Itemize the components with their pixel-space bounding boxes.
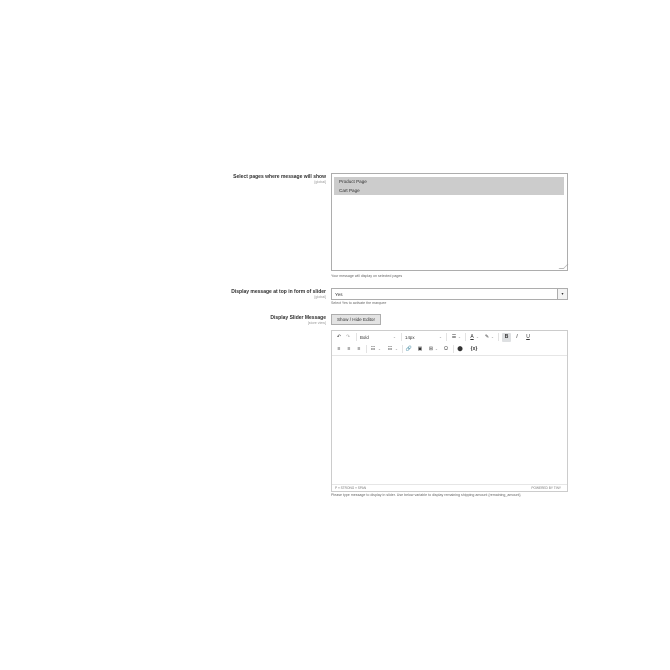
element-path: P » STRONG » SPAN	[335, 486, 367, 490]
pages-option-product[interactable]: Product Page	[334, 177, 564, 186]
chevron-down-icon[interactable]: ⌄	[393, 333, 396, 342]
chevron-down-icon[interactable]: ⌄	[439, 333, 442, 342]
underline-icon[interactable]: U	[524, 333, 532, 342]
redo-icon[interactable]: ↷	[344, 333, 352, 342]
editor-statusbar: P » STRONG » SPAN POWERED BY TINY	[332, 484, 567, 491]
align-left-icon[interactable]: ≡	[335, 345, 343, 354]
editor-content-area[interactable]	[332, 355, 567, 484]
pages-option-cart[interactable]: Cart Page	[334, 186, 564, 195]
chevron-down-icon[interactable]: ⌄	[395, 345, 398, 354]
slider-field-note: Select Yes to activate the marquee	[331, 301, 387, 305]
message-field-note: Please type message to display in slider…	[331, 493, 521, 497]
line-height-icon[interactable]: ☰	[450, 333, 458, 342]
chevron-down-icon[interactable]: ⌄	[435, 345, 438, 354]
bold-icon[interactable]: B	[502, 332, 511, 342]
toolbar-divider	[453, 345, 454, 353]
rich-text-editor: ↶ ↷ Bold ⌄ 14px ⌄ ☰ ⌄ A ⌄ ✎ ⌄ B I U ≡ ≡ …	[331, 330, 568, 492]
italic-icon[interactable]: I	[513, 333, 521, 342]
pages-multiselect[interactable]: Product Page Cart Page	[331, 173, 569, 271]
resize-handle-icon[interactable]	[558, 264, 569, 269]
align-center-icon[interactable]: ≡	[345, 345, 353, 354]
toolbar-divider	[465, 333, 466, 341]
toolbar-divider	[356, 333, 357, 341]
table-icon[interactable]: ⊞	[427, 345, 435, 354]
numbered-list-icon[interactable]: ☷	[369, 345, 377, 354]
format-dropdown[interactable]: Bold	[360, 333, 369, 342]
toolbar-divider	[401, 333, 402, 341]
link-icon[interactable]: 🔗	[405, 345, 413, 354]
show-hide-editor-button[interactable]: Show / Hide Editor	[331, 314, 381, 325]
pages-field-scope: [global]	[314, 180, 326, 184]
insert-variable-icon[interactable]: {x}	[469, 345, 479, 354]
widget-icon[interactable]: ⬤	[456, 345, 464, 354]
font-size-dropdown[interactable]: 14px	[405, 333, 415, 342]
powered-by-label: POWERED BY TINY	[531, 486, 561, 490]
highlight-color-icon[interactable]: ✎	[483, 333, 491, 342]
toolbar-divider	[498, 333, 499, 341]
slider-select-value: Yes	[335, 292, 343, 297]
chevron-down-icon[interactable]: ▼	[557, 289, 567, 299]
image-icon[interactable]: ▣	[416, 345, 424, 354]
toolbar-divider	[446, 333, 447, 341]
slider-field-scope: [global]	[314, 295, 326, 299]
chevron-down-icon[interactable]: ⌄	[476, 333, 479, 342]
text-color-icon[interactable]: A	[468, 333, 476, 342]
message-field-scope: [store view]	[307, 321, 326, 325]
chevron-down-icon[interactable]: ⌄	[458, 333, 461, 342]
chevron-down-icon[interactable]: ⌄	[378, 345, 381, 354]
slider-select[interactable]: Yes ▼	[331, 288, 568, 300]
undo-icon[interactable]: ↶	[335, 333, 343, 342]
toolbar-divider	[366, 345, 367, 353]
bullet-list-icon[interactable]: ☷	[386, 345, 394, 354]
toolbar-divider	[402, 345, 403, 353]
align-right-icon[interactable]: ≡	[355, 345, 363, 354]
pages-field-note: Your message will display on selected pa…	[331, 274, 403, 278]
special-character-icon[interactable]: Ω	[442, 345, 450, 354]
chevron-down-icon[interactable]: ⌄	[491, 333, 494, 342]
